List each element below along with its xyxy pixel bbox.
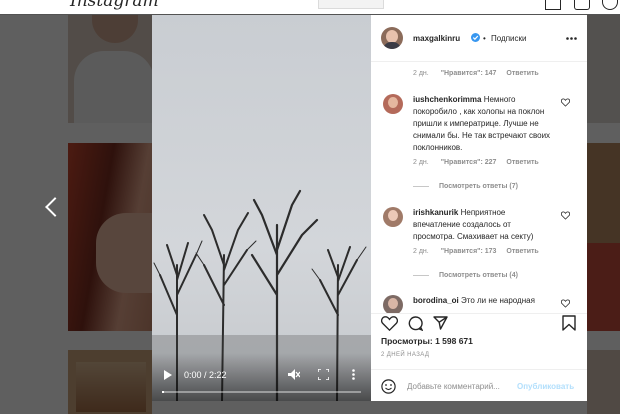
reply-link[interactable]: Ответить (506, 159, 538, 166)
reply-link[interactable]: Ответить (506, 248, 538, 255)
like-heart-icon[interactable] (381, 316, 398, 331)
emoji-icon[interactable] (381, 379, 396, 394)
comment-body: iushchenkorimma Немного покоробило , как… (413, 94, 553, 154)
instagram-logo[interactable]: Instagram (70, 0, 159, 11)
commenter-username[interactable]: borodina_oi (413, 296, 459, 305)
comments-list[interactable]: 2 дн. "Нравится": 147 Ответить iushchenk… (371, 62, 587, 313)
comment-likes[interactable]: "Нравится": 147 (441, 70, 497, 77)
share-icon[interactable] (433, 316, 448, 330)
comment-body: borodina_oi Это ли не народная (413, 295, 553, 307)
view-replies-link[interactable]: Посмотреть ответы (4) (413, 272, 518, 279)
fullscreen-icon[interactable] (318, 369, 329, 380)
more-horizontal-icon[interactable] (566, 37, 577, 40)
video-progress-bar[interactable] (162, 391, 361, 393)
author-username[interactable]: maxgalkinru (413, 34, 460, 43)
like-comment-heart-icon[interactable] (561, 211, 570, 220)
video-player[interactable]: 0:00 / 2:22 (152, 15, 371, 401)
reply-link[interactable]: Ответить (506, 70, 538, 77)
post-details-panel: maxgalkinru • Подписки 2 дн. "Нравится":… (371, 15, 587, 401)
post-actions-section: Просмотры: 1 598 671 2 ДНЕЙ НАЗАД Добавь… (371, 313, 587, 402)
publish-comment-button[interactable]: Опубликовать (517, 382, 574, 391)
follow-status-button[interactable]: Подписки (491, 34, 526, 43)
post-date: 2 ДНЕЙ НАЗАД (381, 352, 430, 358)
save-bookmark-icon[interactable] (562, 315, 576, 331)
comment-meta: 2 дн. "Нравится": 227 Ответить (413, 159, 539, 166)
comment-age: 2 дн. (413, 248, 429, 255)
comment-meta: 2 дн. "Нравится": 173 Ответить (413, 248, 539, 255)
comment-age: 2 дн. (413, 70, 429, 77)
comment-age: 2 дн. (413, 159, 429, 166)
like-comment-heart-icon[interactable] (561, 98, 570, 107)
replies-divider (413, 185, 429, 187)
search-box[interactable] (318, 0, 384, 9)
like-comment-heart-icon[interactable] (561, 299, 570, 308)
replies-divider (413, 274, 429, 276)
video-time: 0:00 / 2:22 (184, 370, 227, 380)
post-header: maxgalkinru • Подписки (371, 15, 587, 62)
comment-bubble-icon[interactable] (408, 316, 423, 331)
view-replies-label: Посмотреть ответы (7) (439, 183, 518, 190)
direct-icon[interactable] (574, 0, 590, 10)
commenter-username[interactable]: irishkanurik (413, 208, 458, 217)
explore-icon[interactable] (602, 0, 618, 10)
commenter-avatar[interactable] (383, 295, 403, 313)
view-replies-link[interactable]: Посмотреть ответы (7) (413, 183, 518, 190)
commenter-username[interactable]: iushchenkorimma (413, 95, 481, 104)
video-progress-fill (162, 391, 164, 393)
commenter-avatar[interactable] (383, 207, 403, 227)
view-count[interactable]: Просмотры: 1 598 671 (381, 336, 473, 346)
comment-likes[interactable]: "Нравится": 173 (441, 248, 497, 255)
author-avatar[interactable] (381, 27, 403, 49)
comment-body: irishkanurik Неприятное впечатление созд… (413, 207, 553, 243)
verified-badge-icon (471, 33, 480, 42)
comment-likes[interactable]: "Нравится": 227 (441, 159, 497, 166)
more-vertical-icon[interactable] (352, 369, 355, 380)
home-icon[interactable] (545, 0, 561, 10)
bare-trees-scene (152, 189, 371, 401)
add-comment-bar: Добавьте комментарий... Опубликовать (371, 369, 587, 403)
comment-meta: 2 дн. "Нравится": 147 Ответить (413, 70, 539, 77)
play-icon[interactable] (164, 370, 172, 380)
comment-text: Это ли не народная (461, 296, 535, 305)
video-controls: 0:00 / 2:22 (152, 353, 371, 401)
top-navigation-bar: Instagram (0, 0, 620, 15)
mute-icon[interactable] (288, 369, 300, 380)
add-comment-input[interactable]: Добавьте комментарий... (407, 382, 500, 391)
separator-dot: • (483, 34, 486, 43)
commenter-avatar[interactable] (383, 94, 403, 114)
view-replies-label: Посмотреть ответы (4) (439, 272, 518, 279)
